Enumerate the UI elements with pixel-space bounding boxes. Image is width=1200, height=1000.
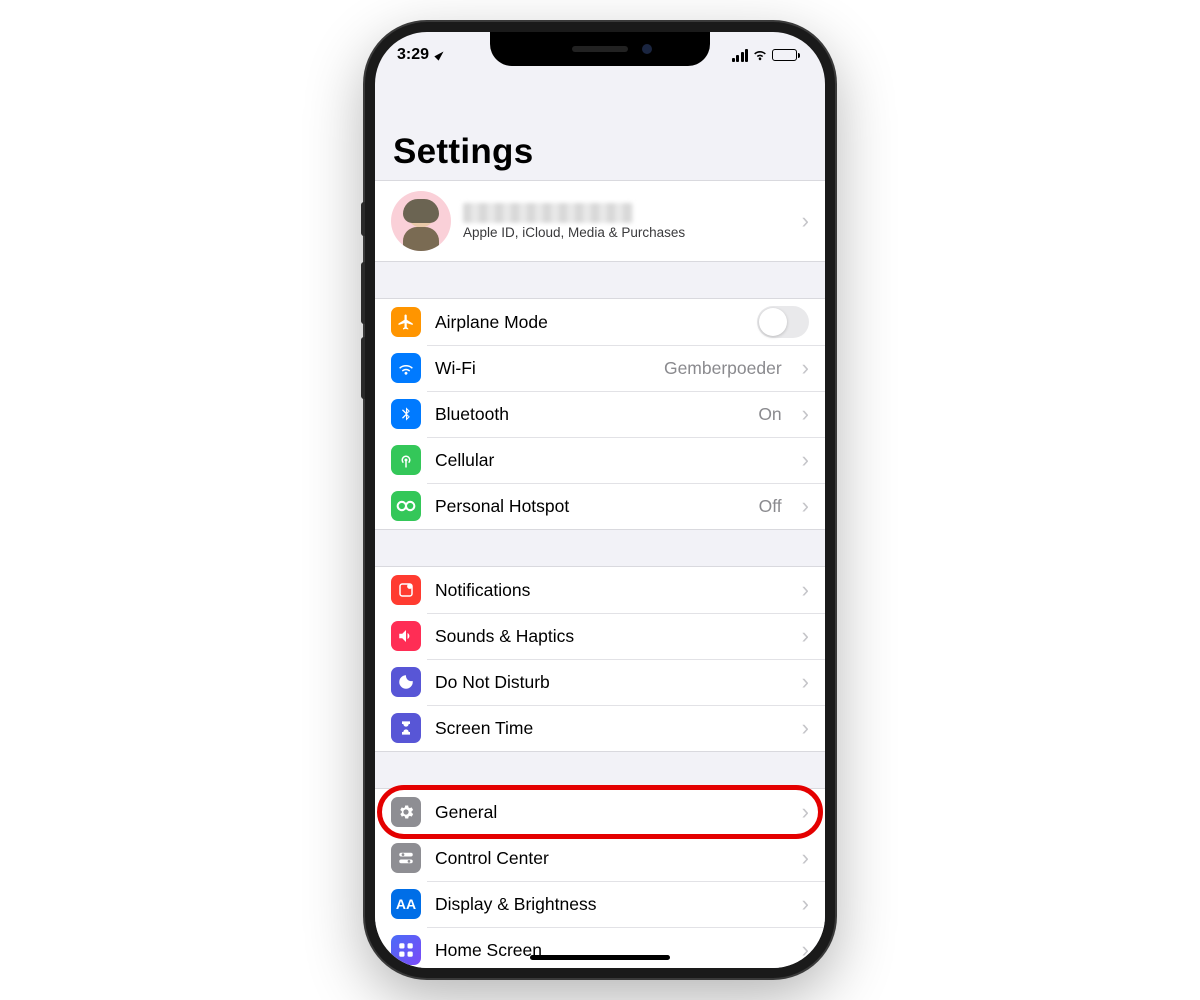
row-label: Bluetooth (435, 404, 744, 425)
page-title: Settings (375, 78, 825, 180)
apple-id-section: Apple ID, iCloud, Media & Purchases › (375, 180, 825, 262)
display-icon: AA (391, 889, 421, 919)
notifications-icon (391, 575, 421, 605)
bluetooth-icon (391, 399, 421, 429)
chevron-right-icon: › (802, 355, 809, 381)
row-label: Screen Time (435, 718, 788, 739)
sounds-icon (391, 621, 421, 651)
front-camera (642, 44, 652, 54)
row-label: Notifications (435, 580, 788, 601)
row-airplane[interactable]: Airplane Mode (375, 299, 825, 345)
row-label: Display & Brightness (435, 894, 788, 915)
wifi-value: Gemberpoeder (664, 358, 782, 379)
row-bluetooth[interactable]: Bluetooth On › (375, 391, 825, 437)
cellular-signal-icon (732, 49, 749, 62)
wifi-icon (752, 49, 768, 61)
chevron-right-icon: › (802, 891, 809, 917)
bluetooth-value: On (758, 404, 781, 425)
row-label: Airplane Mode (435, 312, 743, 333)
chevron-right-icon: › (802, 715, 809, 741)
row-sounds[interactable]: Sounds & Haptics › (375, 613, 825, 659)
row-hotspot[interactable]: Personal Hotspot Off › (375, 483, 825, 529)
row-label: Wi-Fi (435, 358, 650, 379)
control-center-icon (391, 843, 421, 873)
dnd-icon (391, 667, 421, 697)
row-label: Cellular (435, 450, 788, 471)
row-label: Personal Hotspot (435, 496, 745, 517)
connectivity-section: Airplane Mode Wi-Fi Gemberpoeder › Bluet… (375, 298, 825, 530)
chevron-right-icon: › (802, 845, 809, 871)
apple-id-row[interactable]: Apple ID, iCloud, Media & Purchases › (375, 181, 825, 261)
status-time: 3:29 (397, 46, 429, 64)
hotspot-icon (391, 491, 421, 521)
screen: 3:29 Settings Apple ID, iCloud, Media & … (375, 32, 825, 968)
phone-frame: 3:29 Settings Apple ID, iCloud, Media & … (365, 22, 835, 978)
row-label: Do Not Disturb (435, 672, 788, 693)
chevron-right-icon: › (802, 799, 809, 825)
general-icon (391, 797, 421, 827)
cellular-icon (391, 445, 421, 475)
notch (490, 32, 710, 66)
battery-icon (772, 49, 797, 61)
chevron-right-icon: › (802, 669, 809, 695)
row-cellular[interactable]: Cellular › (375, 437, 825, 483)
chevron-right-icon: › (802, 577, 809, 603)
chevron-right-icon: › (802, 447, 809, 473)
row-screentime[interactable]: Screen Time › (375, 705, 825, 751)
airplane-toggle[interactable] (757, 306, 809, 338)
notifications-section: Notifications › Sounds & Haptics › Do No… (375, 566, 825, 752)
row-notifications[interactable]: Notifications › (375, 567, 825, 613)
row-control-center[interactable]: Control Center › (375, 835, 825, 881)
home-screen-icon (391, 935, 421, 965)
row-label: Control Center (435, 848, 788, 869)
apple-id-subtitle: Apple ID, iCloud, Media & Purchases (463, 225, 790, 240)
row-display[interactable]: AA Display & Brightness › (375, 881, 825, 927)
settings-content[interactable]: Settings Apple ID, iCloud, Media & Purch… (375, 78, 825, 968)
row-general[interactable]: General › (375, 789, 825, 835)
home-indicator[interactable] (530, 955, 670, 960)
general-section: General › Control Center › AA Display & … (375, 788, 825, 968)
avatar (391, 191, 451, 251)
apple-id-name-redacted (463, 203, 633, 223)
row-home-screen[interactable]: Home Screen › (375, 927, 825, 968)
chevron-right-icon: › (802, 208, 809, 234)
wifi-settings-icon (391, 353, 421, 383)
row-dnd[interactable]: Do Not Disturb › (375, 659, 825, 705)
row-wifi[interactable]: Wi-Fi Gemberpoeder › (375, 345, 825, 391)
row-label: General (435, 802, 788, 823)
hotspot-value: Off (759, 496, 782, 517)
screentime-icon (391, 713, 421, 743)
speaker-grille (572, 46, 628, 52)
location-icon (434, 49, 445, 60)
row-label: Sounds & Haptics (435, 626, 788, 647)
chevron-right-icon: › (802, 401, 809, 427)
airplane-icon (391, 307, 421, 337)
chevron-right-icon: › (802, 493, 809, 519)
chevron-right-icon: › (802, 623, 809, 649)
chevron-right-icon: › (802, 937, 809, 963)
